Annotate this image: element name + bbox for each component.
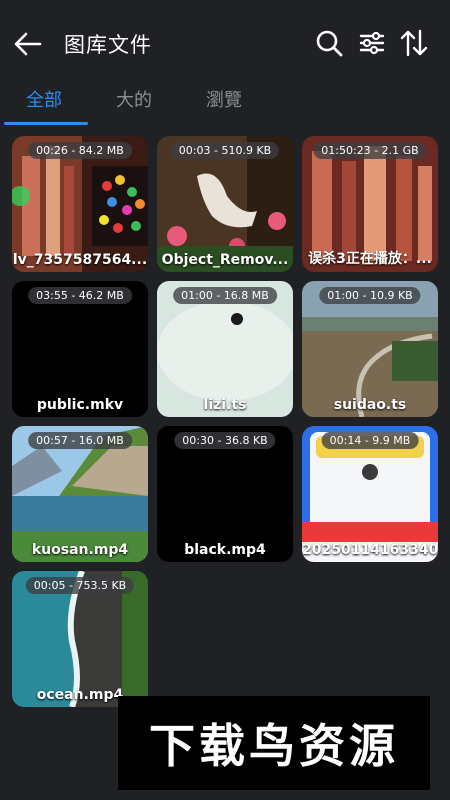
duration-size-badge: 00:30 - 36.8 KB (174, 432, 276, 449)
file-name: public.mkv (36, 397, 124, 413)
active-tab-indicator (4, 122, 88, 125)
file-name: kuosan.mp4 (31, 542, 129, 558)
file-card[interactable]: 00:14 - 9.9 MB 20250114163340... (302, 426, 438, 562)
sliders-icon (359, 31, 385, 55)
file-name: black.mp4 (184, 542, 266, 558)
search-button[interactable] (314, 28, 344, 58)
file-card[interactable]: 00:05 - 753.5 KB ocean.mp4 (12, 571, 148, 707)
tab-browse[interactable]: 瀏覽 (206, 86, 242, 112)
duration-size-badge: 00:57 - 16.0 MB (28, 432, 132, 449)
duration-size-badge: 01:50:23 - 2.1 GB (313, 142, 427, 159)
file-name: lv_7357587564... (12, 252, 148, 268)
sort-button[interactable] (399, 28, 429, 58)
file-card[interactable]: 00:30 - 36.8 KB black.mp4 (157, 426, 293, 562)
arrow-left-icon (14, 32, 42, 56)
tab-all[interactable]: 全部 (26, 86, 62, 112)
file-name: Object_Remov... (161, 252, 289, 268)
file-card[interactable]: 01:50:23 - 2.1 GB 误杀3正在播放：... (302, 136, 438, 272)
file-card[interactable]: 00:26 - 84.2 MB lv_7357587564... (12, 136, 148, 272)
search-icon (316, 30, 343, 57)
file-name: suidao.ts (333, 397, 407, 413)
duration-size-badge: 00:26 - 84.2 MB (28, 142, 132, 159)
top-bar: 图库文件 (0, 0, 450, 86)
duration-size-badge: 01:00 - 16.8 MB (173, 287, 277, 304)
page-title: 图库文件 (64, 33, 152, 57)
file-card[interactable]: 00:03 - 510.9 KB Object_Remov... (157, 136, 293, 272)
sort-icon (400, 29, 428, 57)
filter-button[interactable] (357, 28, 387, 58)
file-name: 20250114163340... (302, 542, 438, 558)
tab-bar: 全部 大的 瀏覽 (0, 86, 450, 126)
file-card[interactable]: 01:00 - 10.9 KB suidao.ts (302, 281, 438, 417)
file-card[interactable]: 00:57 - 16.0 MB kuosan.mp4 (12, 426, 148, 562)
duration-size-badge: 00:03 - 510.9 KB (170, 142, 280, 159)
watermark-text: 下载鸟资源 (149, 719, 399, 773)
file-card[interactable]: 01:00 - 16.8 MB lizi.ts (157, 281, 293, 417)
file-name: lizi.ts (203, 397, 247, 413)
duration-size-badge: 03:55 - 46.2 MB (28, 287, 132, 304)
duration-size-badge: 01:00 - 10.9 KB (319, 287, 421, 304)
watermark-banner: 下载鸟资源 (118, 696, 430, 790)
back-button[interactable] (12, 28, 44, 60)
duration-size-badge: 00:14 - 9.9 MB (321, 432, 419, 449)
file-name: 误杀3正在播放：... (308, 251, 432, 267)
file-card[interactable]: 03:55 - 46.2 MB public.mkv (12, 281, 148, 417)
duration-size-badge: 00:05 - 753.5 KB (25, 577, 135, 594)
tab-large[interactable]: 大的 (116, 86, 152, 112)
